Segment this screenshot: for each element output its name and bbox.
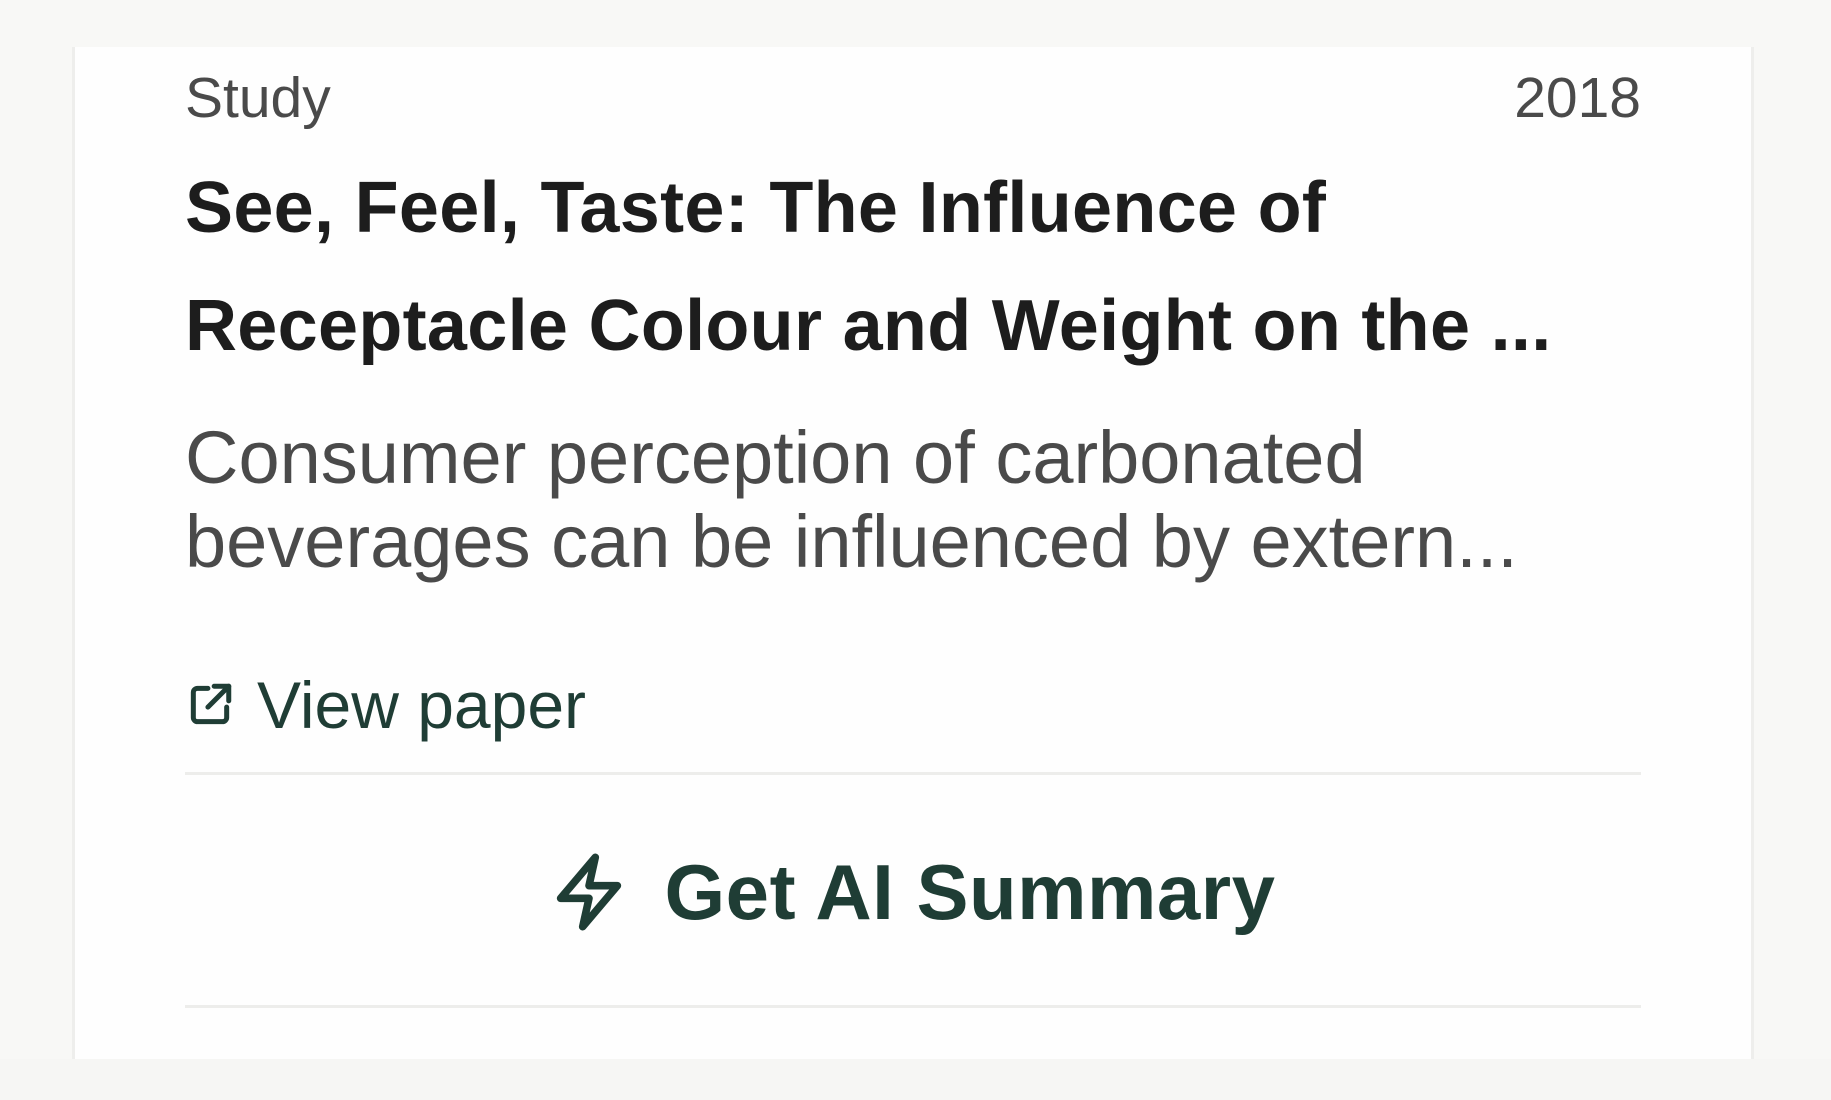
get-ai-summary-label: Get AI Summary xyxy=(664,848,1276,936)
divider xyxy=(185,1005,1641,1008)
result-type-label: Study xyxy=(185,66,331,130)
view-paper-label: View paper xyxy=(257,668,587,742)
paper-title[interactable]: See, Feel, Taste: The Influence of Recep… xyxy=(185,149,1645,385)
page-bottom-strip xyxy=(0,1059,1831,1100)
paper-title-line: See, Feel, Taste: The Influence of xyxy=(185,168,1327,248)
paper-title-line: Receptacle Colour and Weight on the ... xyxy=(185,286,1552,366)
paper-abstract-line: beverages can be influenced by extern... xyxy=(185,500,1518,583)
result-card: Study 2018 See, Feel, Taste: The Influen… xyxy=(72,47,1754,1059)
external-link-icon xyxy=(185,680,235,730)
result-meta-row: Study 2018 xyxy=(185,63,1641,133)
divider xyxy=(185,772,1641,775)
view-paper-link[interactable]: View paper xyxy=(185,667,586,743)
paper-abstract: Consumer perception of carbonated bevera… xyxy=(185,416,1645,584)
paper-abstract-line: Consumer perception of carbonated xyxy=(185,416,1366,499)
lightning-bolt-icon xyxy=(551,851,627,933)
get-ai-summary-button[interactable]: Get AI Summary xyxy=(185,827,1641,957)
result-year: 2018 xyxy=(1514,66,1641,130)
page: Study 2018 See, Feel, Taste: The Influen… xyxy=(0,0,1831,1100)
